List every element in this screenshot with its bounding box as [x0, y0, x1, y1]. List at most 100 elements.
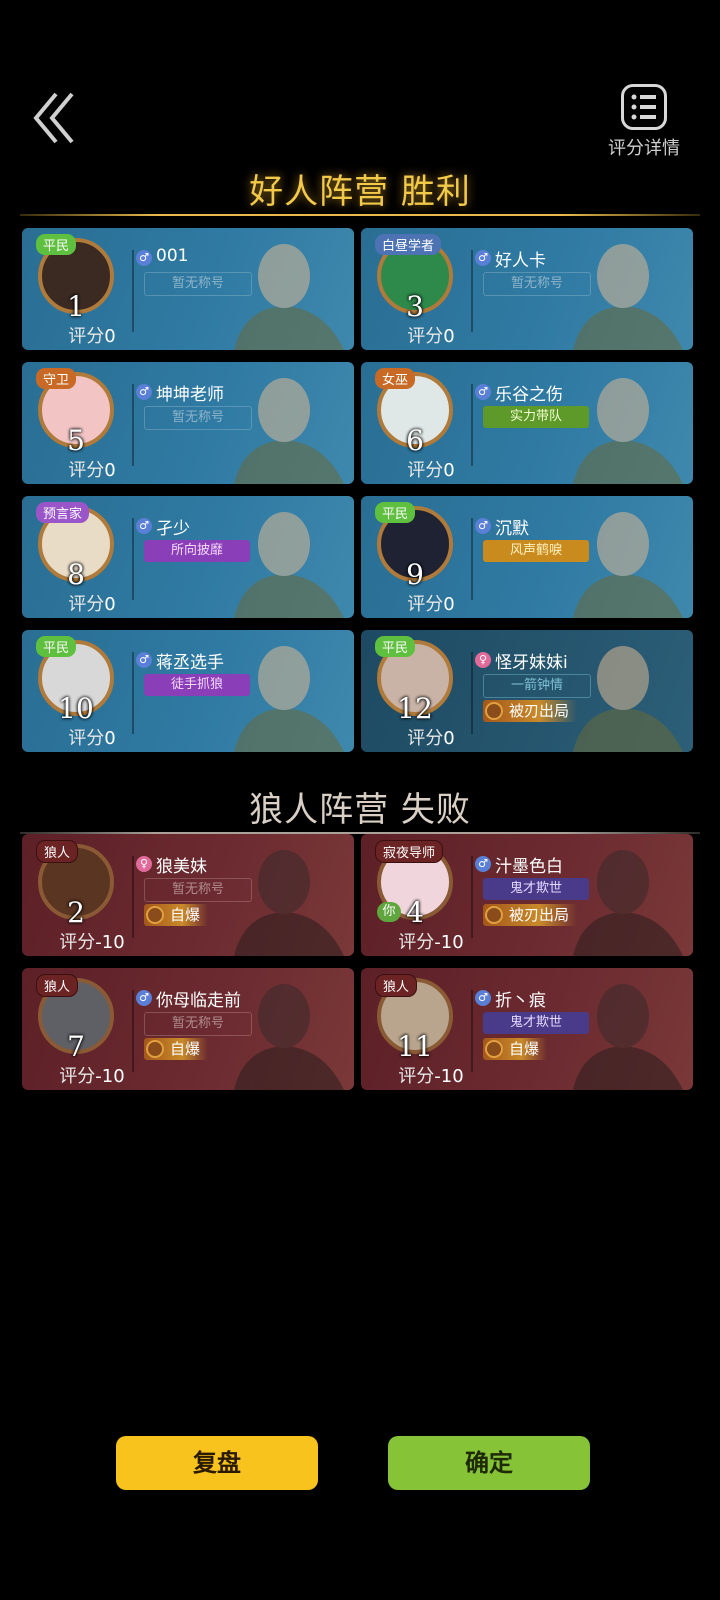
player-card[interactable]: 平民 9 评分0 ♂ 沉默 风声鹤唳 — [361, 496, 693, 618]
wolf-head-icon — [485, 906, 503, 924]
seat-number: 8 — [67, 558, 85, 591]
score-label: 评分 — [407, 728, 444, 749]
role-tag: 平民 — [375, 636, 416, 657]
card-divider — [471, 990, 473, 1072]
seat-number: 3 — [406, 290, 424, 323]
score-label: 评分 — [68, 460, 105, 481]
player-title: 所向披靡 — [144, 540, 250, 562]
player-title: 暂无称号 — [144, 272, 252, 296]
wolf-camp-title: 狼人阵营 失败 — [249, 790, 471, 830]
card-divider — [471, 518, 473, 600]
score-value: -10 — [434, 1066, 464, 1087]
score-label: 评分 — [407, 460, 444, 481]
male-icon: ♂ — [136, 652, 152, 668]
player-card[interactable]: 女巫 6 评分0 ♂ 乐谷之伤 实力带队 — [361, 362, 693, 484]
player-card[interactable]: 平民 10 评分0 ♂ 蒋丞选手 徒手抓狼 — [22, 630, 354, 752]
elimination-label: 自爆 — [170, 1040, 201, 1058]
score-value: 0 — [443, 326, 455, 347]
player-name: 折丶痕 — [495, 991, 546, 1011]
replay-button[interactable]: 复盘 — [116, 1436, 318, 1490]
seat-number: 6 — [406, 424, 424, 457]
seat-number: 2 — [67, 896, 85, 929]
player-title: 徒手抓狼 — [144, 674, 250, 696]
player-name: 孑少 — [156, 519, 190, 539]
score-label: 评分 — [398, 932, 435, 953]
female-icon: ♀ — [136, 856, 152, 872]
player-name: 怪牙妹妹i — [495, 653, 568, 673]
player-card[interactable]: 狼人 7 评分-10 ♂ 你母临走前 暂无称号 自爆 — [22, 968, 354, 1090]
score-value: 0 — [104, 460, 116, 481]
player-card[interactable]: 白昼学者 3 评分0 ♂ 好人卡 暂无称号 — [361, 228, 693, 350]
player-score: 评分0 — [46, 456, 138, 482]
score-label: 评分 — [68, 594, 105, 615]
elimination-label: 自爆 — [170, 906, 201, 924]
player-card[interactable]: 寂夜导师 4 你评分-10 ♂ 汁墨色白 鬼才欺世 被刃出局 — [361, 834, 693, 956]
player-score: 评分0 — [46, 590, 138, 616]
score-value: -10 — [434, 932, 464, 953]
card-divider — [132, 990, 134, 1072]
card-divider — [471, 856, 473, 938]
player-card[interactable]: 狼人 11 评分-10 ♂ 折丶痕 鬼才欺世 自爆 — [361, 968, 693, 1090]
double-chevron-left-icon — [33, 92, 74, 144]
card-divider — [132, 384, 134, 466]
player-name: 坤坤老师 — [156, 385, 224, 405]
player-title: 暂无称号 — [144, 878, 252, 902]
player-card[interactable]: 平民 12 评分0 ♀ 怪牙妹妹i 一箭钟情 被刃出局 — [361, 630, 693, 752]
score-label: 评分 — [407, 594, 444, 615]
score-value: 0 — [443, 728, 455, 749]
good-camp-title: 好人阵营 胜利 — [249, 172, 471, 212]
elimination-badge: 自爆 — [144, 1038, 209, 1060]
player-name: 你母临走前 — [156, 991, 241, 1011]
wolf-head-icon — [485, 702, 503, 720]
role-tag: 狼人 — [375, 974, 418, 997]
role-tag: 女巫 — [375, 368, 416, 389]
player-title: 暂无称号 — [483, 272, 591, 296]
score-value: 0 — [443, 460, 455, 481]
elimination-label: 被刃出局 — [509, 906, 570, 924]
seat-number: 7 — [67, 1030, 85, 1063]
player-name: 狼美妹 — [156, 857, 207, 877]
player-score: 评分0 — [385, 456, 477, 482]
role-tag: 平民 — [36, 636, 77, 657]
score-label: 评分 — [68, 728, 105, 749]
player-title: 鬼才欺世 — [483, 1012, 589, 1034]
player-score: 评分-10 — [46, 928, 138, 954]
player-score: 评分0 — [385, 322, 477, 348]
card-divider — [132, 856, 134, 938]
score-detail-button[interactable]: 评分详情 — [602, 84, 686, 160]
role-tag: 白昼学者 — [375, 234, 442, 255]
player-name: 沉默 — [495, 519, 529, 539]
player-score: 评分0 — [385, 724, 477, 750]
seat-number: 5 — [67, 424, 85, 457]
player-card[interactable]: 平民 1 评分0 ♂ 001 暂无称号 — [22, 228, 354, 350]
player-score: 评分-10 — [385, 1062, 477, 1088]
card-divider — [471, 384, 473, 466]
player-name: 好人卡 — [495, 251, 546, 271]
score-detail-label: 评分详情 — [608, 138, 680, 159]
player-card[interactable]: 狼人 2 评分-10 ♀ 狼美妹 暂无称号自爆 — [22, 834, 354, 956]
seat-number: 12 — [397, 692, 433, 725]
score-label: 评分 — [398, 1066, 435, 1087]
score-label: 评分 — [59, 932, 96, 953]
player-card[interactable]: 守卫 5 评分0 ♂ 坤坤老师 暂无称号 — [22, 362, 354, 484]
score-value: 0 — [443, 594, 455, 615]
player-card[interactable]: 预言家 8 评分0 ♂ 孑少 所向披靡 — [22, 496, 354, 618]
back-button[interactable] — [30, 90, 80, 146]
seat-number: 10 — [58, 692, 94, 725]
role-tag: 寂夜导师 — [375, 840, 444, 863]
score-label: 评分 — [59, 1066, 96, 1087]
card-divider — [471, 652, 473, 734]
role-tag: 守卫 — [36, 368, 77, 389]
male-icon: ♂ — [136, 384, 152, 400]
seat-number: 11 — [397, 1030, 433, 1063]
player-title: 风声鹤唳 — [483, 540, 589, 562]
confirm-button[interactable]: 确定 — [388, 1436, 590, 1490]
role-tag: 狼人 — [36, 840, 79, 863]
player-score: 评分0 — [46, 724, 138, 750]
player-title: 暂无称号 — [144, 1012, 252, 1036]
player-name: 乐谷之伤 — [495, 385, 563, 405]
role-tag: 狼人 — [36, 974, 79, 997]
role-tag: 预言家 — [36, 502, 90, 523]
good-camp-divider — [20, 214, 700, 216]
male-icon: ♂ — [475, 856, 491, 872]
